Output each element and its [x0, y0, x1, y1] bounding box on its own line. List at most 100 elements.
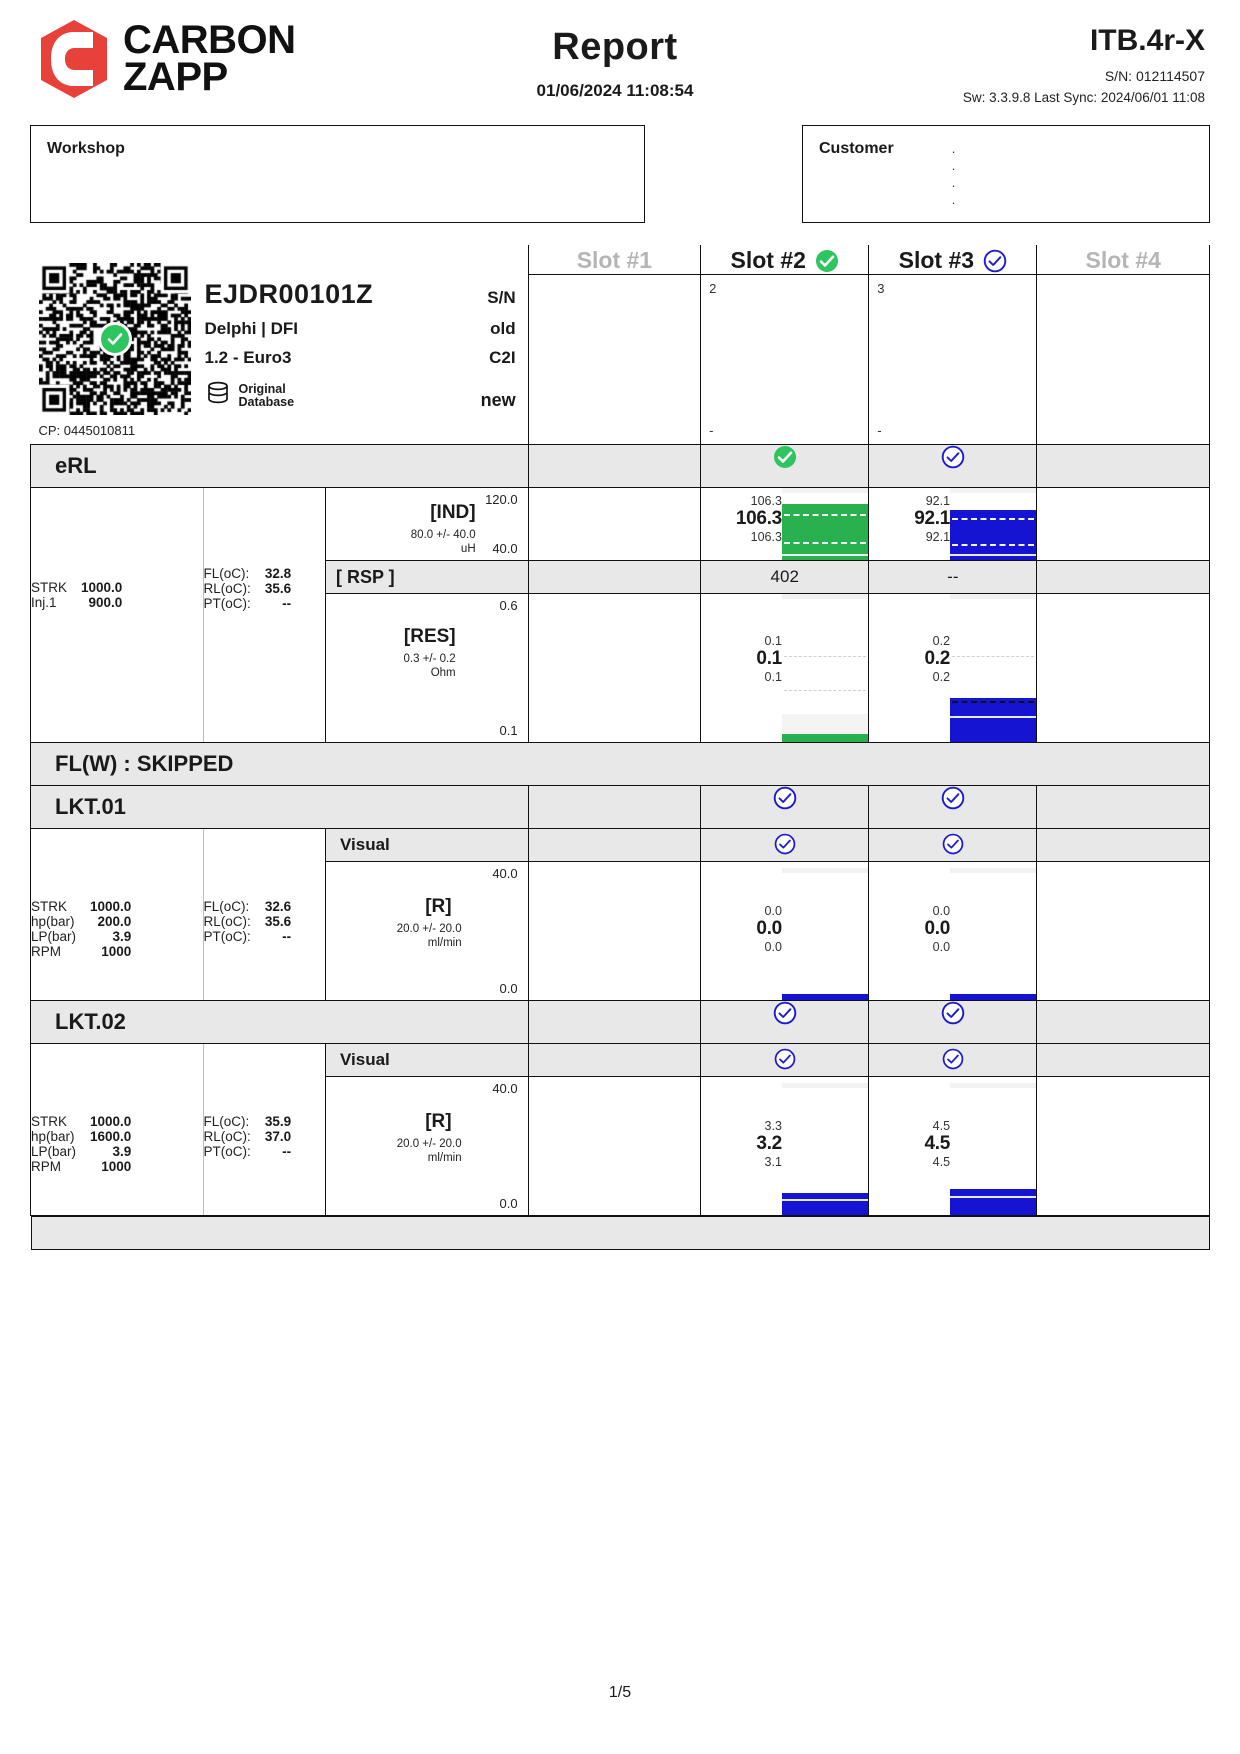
green-check-icon — [815, 249, 839, 273]
res-slot3-values: 0.2 0.2 0.2 — [868, 593, 950, 743]
database-label-2: Database — [238, 394, 295, 409]
section-bar-lkt02: LKT.02 — [30, 1000, 1210, 1044]
lkt02-visual-slot2 — [700, 1043, 869, 1077]
res-unit: Ohm — [430, 667, 456, 679]
lkt02-r-slot3-graph — [950, 1076, 1037, 1216]
param-value: 37.0 — [264, 1129, 292, 1144]
measurement-name: [RES] — [403, 626, 456, 647]
lkt01-status-slot2 — [700, 785, 869, 829]
lkt02-status-slot2 — [700, 1000, 869, 1044]
res-tolerance: 0.3 +/- 0.2 — [403, 653, 456, 665]
section-status-slot3 — [868, 444, 1037, 488]
param-value: 32.8 — [264, 566, 292, 581]
slot-header-row: EJDR00101Z S/N Delphi | DFI old 1.2 - Eu… — [31, 245, 1210, 438]
param-value: -- — [282, 929, 292, 944]
section-title: eRL — [55, 453, 97, 478]
device-software: Sw: 3.3.9.8 Last Sync: 2024/06/01 11:08 — [962, 90, 1205, 105]
lkt01-visual-label: Visual — [325, 828, 529, 862]
lkt02-left-params: STRK 1000.0 hp(bar) 1600.0 LP(bar) 3.9 RPM 1… — [30, 1043, 204, 1216]
r-axis-top: 40.0 — [492, 866, 518, 881]
value-high: 3.3 — [764, 1119, 782, 1133]
blue-check-icon — [941, 445, 965, 469]
customer-line: . — [951, 158, 956, 173]
ind-slot3-graph — [950, 487, 1037, 561]
lkt01-status-slot1 — [527, 785, 701, 829]
brand-line-2: ZAPP — [123, 55, 228, 99]
qr-code — [38, 263, 191, 415]
res-slot4 — [1036, 593, 1210, 743]
value-low: 0.1 — [764, 670, 782, 684]
lkt02-r-slot3-values: 4.5 4.5 4.5 — [868, 1076, 951, 1216]
rsp-slot4 — [1036, 560, 1210, 594]
r-axis-top: 40.0 — [492, 1081, 518, 1096]
param-key: STRK — [31, 899, 68, 914]
param-key: RL(oC): — [203, 914, 251, 929]
injector-maker: Delphi | DFI — [204, 319, 299, 338]
device-info: ITB.4r-X S/N: 012114507 Sw: 3.3.9.8 Last… — [880, 18, 1210, 105]
erl-left-params: STRK 1000.0 Inj.1 900.0 — [30, 487, 204, 743]
param-value: 3.9 — [112, 1144, 132, 1159]
param-key: FL(oC): — [203, 899, 250, 914]
lkt01-r-label-cell: 40.0 [R] 20.0 +/- 20.0 ml/min 0.0 — [325, 861, 529, 1001]
blue-check-icon — [941, 1001, 965, 1025]
end-bar — [30, 1216, 1210, 1250]
slot-label: Slot #3 — [898, 247, 975, 273]
slot-serial: 3 — [877, 281, 885, 296]
lkt01-r-slot2-graph — [781, 861, 869, 1001]
injector-code: EJDR00101Z — [204, 279, 374, 309]
lkt01-r-slot2-values: 0.0 0.0 0.0 — [700, 861, 782, 1001]
lkt02-visual-slot1 — [527, 1043, 701, 1077]
customer-line: . — [951, 192, 956, 207]
res-slot2-graph — [781, 593, 869, 743]
slot-2-body: 2 - — [700, 274, 869, 445]
sub-section-title: Visual — [340, 1050, 390, 1069]
param-value: 1000 — [101, 944, 132, 959]
res-slot3-graph — [950, 593, 1037, 743]
slot-serial: 2 — [709, 281, 717, 296]
lkt01-visual-slot4 — [1036, 828, 1210, 862]
slot-4-body — [1036, 274, 1210, 445]
param-value: 200.0 — [97, 914, 132, 929]
lkt01-status-slot4 — [1036, 785, 1210, 829]
workshop-label: Workshop — [47, 140, 125, 157]
ind-slot2-values: 106.3 106.3 106.3 — [700, 487, 782, 561]
lkt01-status-slot3 — [868, 785, 1037, 829]
res-axis-bottom: 0.1 — [499, 723, 518, 738]
lkt02-temp-params: FL(oC): 35.9 RL(oC): 37.0 PT(oC): -- — [202, 1043, 326, 1216]
value-high: 92.1 — [925, 494, 951, 508]
param-value: 3.9 — [112, 929, 132, 944]
injector-family: C2I — [489, 348, 516, 367]
value-low: 106.3 — [750, 530, 782, 544]
ind-unit: uH — [460, 543, 476, 555]
slot-3-body: 3 - — [868, 274, 1037, 445]
r-unit: ml/min — [427, 937, 462, 949]
database-icon — [205, 380, 231, 411]
param-value: -- — [282, 596, 292, 611]
rsp-slot2: 402 — [700, 560, 869, 594]
device-serial: S/N: 012114507 — [1104, 68, 1205, 84]
slot-header-3: Slot #3 — [868, 245, 1037, 275]
lkt01-r-slot4 — [1036, 861, 1210, 1001]
value-low: 0.0 — [932, 940, 951, 954]
param-key: hp(bar) — [31, 1129, 75, 1144]
r-tolerance: 20.0 +/- 20.0 — [396, 923, 462, 935]
value-low: 4.5 — [932, 1155, 951, 1169]
measurement-name: [R] — [425, 1111, 452, 1132]
blue-check-icon — [942, 829, 964, 855]
database-label: Original Database — [238, 381, 295, 409]
value-high: 4.5 — [932, 1119, 951, 1133]
ind-slot4 — [1036, 487, 1210, 561]
param-value: 1000 — [101, 1159, 132, 1174]
section-status-slot4 — [1036, 444, 1210, 488]
blue-check-icon — [774, 829, 796, 855]
section-title: FL(W) : SKIPPED — [55, 751, 234, 776]
lkt01-visual-row: STRK 1000.0 hp(bar) 200.0 LP(bar) 3.9 RPM 10… — [30, 828, 1210, 1001]
database-label-1: Original — [238, 381, 286, 396]
r-axis-bottom: 0.0 — [499, 1196, 518, 1211]
blue-check-icon — [774, 1044, 796, 1070]
carbon-zapp-logo — [35, 18, 113, 100]
param-value: 35.6 — [264, 581, 292, 596]
lkt01-r-slot3-values: 0.0 0.0 0.0 — [868, 861, 951, 1001]
lkt02-status-slot1 — [527, 1000, 701, 1044]
slot-dash: - — [877, 423, 882, 438]
